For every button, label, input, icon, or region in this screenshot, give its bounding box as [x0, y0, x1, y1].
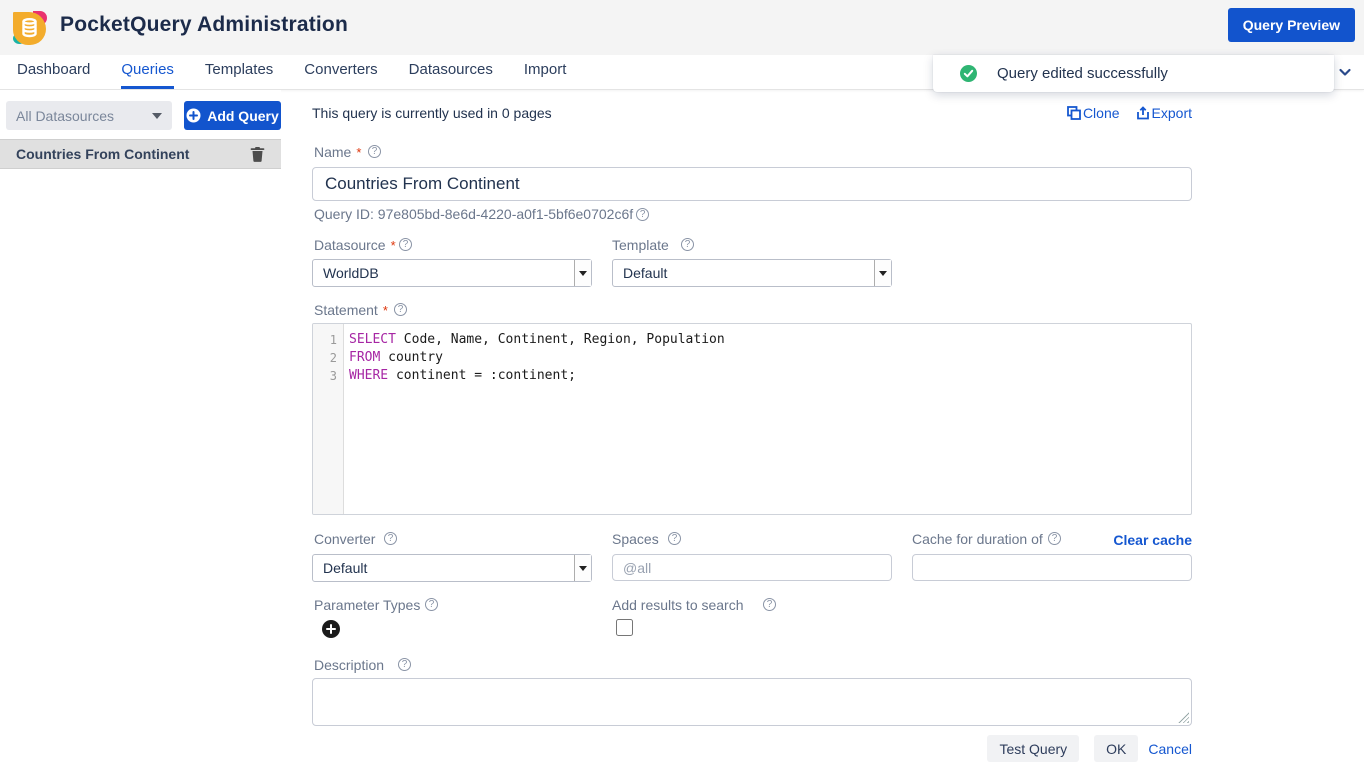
sidebar-controls: All Datasources Add Query: [0, 101, 281, 130]
statement-label: Statement: [314, 302, 388, 318]
description-help-icon[interactable]: [398, 658, 411, 671]
success-toast: Query edited successfully: [933, 55, 1334, 92]
spaces-help-icon[interactable]: [668, 532, 681, 545]
query-list-sidebar: All Datasources Add Query Countries From…: [0, 90, 281, 784]
name-input[interactable]: [312, 167, 1192, 201]
page-title: PocketQuery Administration: [60, 13, 348, 37]
add-query-button[interactable]: Add Query: [184, 101, 281, 130]
query-edit-form: This query is currently used in 0 pages …: [312, 90, 1192, 784]
parameter-types-help-icon[interactable]: [425, 598, 438, 611]
spaces-label: Spaces: [612, 531, 659, 547]
toast-message: Query edited successfully: [997, 65, 1168, 82]
code-line: WHERE continent = :continent;: [349, 367, 1191, 385]
datasource-select-value: WorldDB: [313, 265, 574, 281]
line-number: 2: [313, 349, 343, 367]
query-preview-button[interactable]: Query Preview: [1228, 8, 1355, 42]
datasource-label: Datasource: [314, 237, 396, 253]
name-help-icon[interactable]: [368, 145, 381, 158]
parameter-types-label: Parameter Types: [314, 597, 420, 613]
add-results-label: Add results to search: [612, 597, 744, 613]
ok-button[interactable]: OK: [1094, 735, 1138, 762]
top-header: PocketQuery Administration Query Preview: [0, 0, 1364, 55]
query-id-text: Query ID: 97e805bd-8e6d-4220-a0f1-5bf6e0…: [314, 206, 649, 222]
statement-help-icon[interactable]: [394, 303, 407, 316]
template-help-icon[interactable]: [681, 238, 694, 251]
sql-statement-editor[interactable]: 1 2 3 SELECT Code, Name, Continent, Regi…: [312, 323, 1192, 515]
clone-icon: [1067, 106, 1081, 120]
description-textarea[interactable]: [312, 678, 1192, 726]
template-label: Template: [612, 237, 669, 253]
editor-code[interactable]: SELECT Code, Name, Continent, Region, Po…: [344, 324, 1191, 514]
query-item-name: Countries From Continent: [16, 146, 250, 162]
nav-tab-queries[interactable]: Queries: [121, 55, 174, 89]
plus-icon: [326, 624, 336, 634]
nav-tab-datasources[interactable]: Datasources: [409, 55, 493, 89]
query-id-help-icon[interactable]: [636, 208, 649, 221]
export-label: Export: [1152, 105, 1192, 121]
line-number: 3: [313, 367, 343, 385]
line-number: 1: [313, 331, 343, 349]
add-results-help-icon[interactable]: [763, 598, 776, 611]
usage-text: This query is currently used in 0 pages: [312, 105, 552, 121]
test-query-button[interactable]: Test Query: [987, 735, 1079, 762]
code-line: SELECT Code, Name, Continent, Region, Po…: [349, 331, 1191, 349]
export-link[interactable]: Export: [1136, 105, 1192, 121]
datasource-select[interactable]: WorldDB: [312, 259, 592, 287]
editor-line-numbers: 1 2 3: [313, 324, 344, 514]
form-actions: Test Query OK Cancel: [312, 735, 1192, 762]
cancel-link[interactable]: Cancel: [1148, 741, 1192, 757]
cache-duration-input[interactable]: [912, 554, 1192, 581]
datasource-filter-value: All Datasources: [16, 108, 152, 124]
converter-help-icon[interactable]: [384, 532, 397, 545]
template-select[interactable]: Default: [612, 259, 892, 287]
select-arrow-icon: [874, 260, 891, 286]
nav-tab-dashboard[interactable]: Dashboard: [17, 55, 90, 89]
chevron-down-icon[interactable]: [1338, 65, 1352, 79]
spaces-input[interactable]: [612, 554, 892, 581]
clone-label: Clone: [1083, 105, 1120, 121]
query-list-item[interactable]: Countries From Continent: [0, 139, 281, 169]
clear-cache-link[interactable]: Clear cache: [912, 532, 1192, 548]
converter-select[interactable]: Default: [312, 554, 592, 582]
query-actions-links: Clone Export: [1067, 105, 1192, 121]
add-query-label: Add Query: [207, 108, 279, 124]
usage-row: This query is currently used in 0 pages …: [312, 105, 1192, 121]
success-check-icon: [960, 65, 977, 82]
datasource-help-icon[interactable]: [399, 238, 412, 251]
nav-tab-templates[interactable]: Templates: [205, 55, 273, 89]
select-arrow-icon: [574, 555, 591, 581]
pocketquery-admin-page: PocketQuery Administration Query Preview…: [0, 0, 1364, 784]
converter-select-value: Default: [313, 560, 574, 576]
name-label: Name: [314, 144, 361, 160]
select-arrow-icon: [574, 260, 591, 286]
plus-circle-icon: [186, 108, 201, 123]
add-parameter-button[interactable]: [322, 620, 340, 638]
template-select-value: Default: [613, 265, 874, 281]
description-label: Description: [314, 657, 384, 673]
pocketquery-logo-icon: [12, 10, 48, 46]
delete-query-trash-icon[interactable]: [250, 146, 265, 162]
add-results-checkbox[interactable]: [616, 619, 633, 636]
caret-down-icon: [152, 113, 162, 119]
nav-tab-converters[interactable]: Converters: [304, 55, 377, 89]
code-line: FROM country: [349, 349, 1191, 367]
database-icon: [21, 18, 38, 38]
datasource-filter-select[interactable]: All Datasources: [6, 101, 172, 130]
clone-link[interactable]: Clone: [1067, 105, 1120, 121]
converter-label: Converter: [314, 531, 375, 547]
nav-tab-import[interactable]: Import: [524, 55, 567, 89]
export-icon: [1136, 106, 1150, 120]
